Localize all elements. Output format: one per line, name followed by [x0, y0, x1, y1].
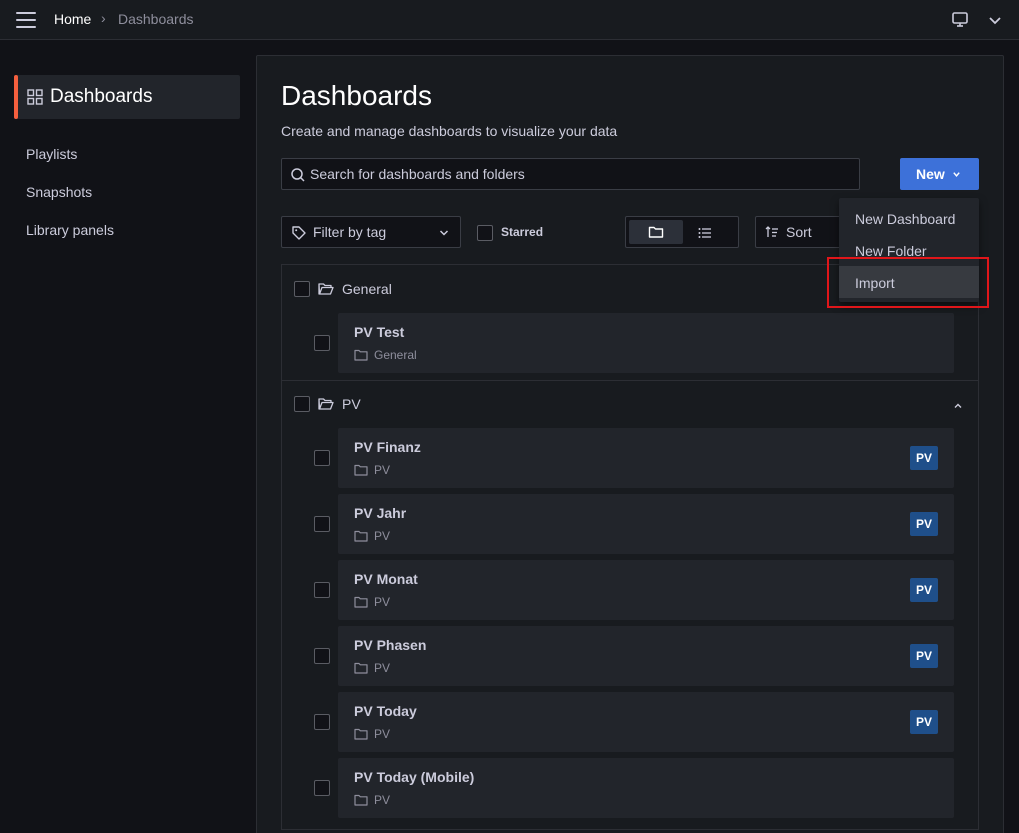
dashboard-tag[interactable]: PV	[910, 710, 938, 734]
folder-open-icon	[318, 398, 334, 410]
chevron-down-icon	[439, 230, 449, 236]
dashboard-card[interactable]: PV Finanz PV PV	[338, 428, 954, 488]
breadcrumb-current: Dashboards	[118, 11, 194, 27]
dashboard-title: PV Monat	[354, 571, 418, 587]
folder-icon	[354, 349, 368, 361]
list-view-icon[interactable]	[697, 225, 713, 241]
folder-icon	[354, 596, 368, 608]
sidebar-item-snapshots[interactable]: Snapshots	[26, 184, 92, 200]
folder-open-icon	[318, 283, 334, 295]
search-input[interactable]	[310, 159, 850, 189]
sidebar-active-label: Dashboards	[50, 86, 153, 107]
dashboard-title: PV Test	[354, 324, 405, 340]
dashboard-card[interactable]: PV Today (Mobile) PV	[338, 758, 954, 818]
dashboard-card[interactable]: PV Today PV PV	[338, 692, 954, 752]
highlight-annotation	[827, 257, 989, 308]
search-icon	[291, 168, 305, 182]
sort-label: Sort	[786, 224, 812, 240]
dashboard-folder: General	[374, 348, 417, 362]
dashboard-checkbox[interactable]	[314, 780, 330, 796]
chevron-down-icon[interactable]	[986, 11, 1004, 29]
dashboard-tag[interactable]: PV	[910, 512, 938, 536]
sidebar-item-playlists[interactable]: Playlists	[26, 146, 77, 162]
dashboard-checkbox[interactable]	[314, 335, 330, 351]
dashboard-card[interactable]: PV Phasen PV PV	[338, 626, 954, 686]
sidebar-item-library-panels[interactable]: Library panels	[26, 222, 114, 238]
folder-name[interactable]: PV	[342, 396, 361, 412]
folder-icon	[354, 530, 368, 542]
starred-checkbox[interactable]	[477, 225, 493, 241]
top-navbar: Home › Dashboards	[0, 0, 1019, 40]
dashboard-title: PV Phasen	[354, 637, 427, 653]
dashboard-title: PV Today (Mobile)	[354, 769, 475, 785]
dashboard-folder: PV	[374, 463, 391, 477]
dashboard-checkbox[interactable]	[314, 516, 330, 532]
filter-by-tag-select[interactable]: Filter by tag	[281, 216, 461, 248]
dashboard-folder: PV	[374, 661, 391, 675]
search-box[interactable]	[281, 158, 860, 190]
dashboard-title: PV Jahr	[354, 505, 407, 521]
page-subtitle: Create and manage dashboards to visualiz…	[281, 123, 618, 139]
dashboard-checkbox[interactable]	[314, 648, 330, 664]
page-title: Dashboards	[281, 80, 432, 111]
dashboard-tag[interactable]: PV	[910, 578, 938, 602]
menu-item-label: New Dashboard	[855, 211, 956, 227]
folder-icon	[354, 464, 368, 476]
menu-icon[interactable]	[16, 12, 36, 28]
dashboard-tag[interactable]: PV	[910, 446, 938, 470]
dashboard-folder: PV	[374, 727, 391, 741]
folder-checkbox[interactable]	[294, 396, 310, 412]
chevron-down-icon	[953, 172, 960, 177]
menu-item-new-dashboard[interactable]: New Dashboard	[839, 202, 979, 234]
apps-icon	[27, 89, 43, 105]
dashboard-card[interactable]: PV Test General	[338, 313, 954, 373]
tag-icon	[292, 226, 306, 240]
dashboard-folder: PV	[374, 793, 391, 807]
dashboard-checkbox[interactable]	[314, 582, 330, 598]
dashboard-checkbox[interactable]	[314, 450, 330, 466]
chevron-up-icon[interactable]	[953, 401, 963, 411]
sort-icon	[765, 226, 778, 237]
view-mode-toggle	[625, 216, 739, 248]
folder-icon	[354, 794, 368, 806]
folder-view-button[interactable]	[629, 220, 683, 244]
dashboard-folder: PV	[374, 529, 391, 543]
breadcrumb-home[interactable]: Home	[54, 11, 91, 27]
dashboard-title: PV Finanz	[354, 439, 421, 455]
folder-checkbox[interactable]	[294, 281, 310, 297]
dashboard-tag[interactable]: PV	[910, 644, 938, 668]
divider	[281, 380, 979, 381]
dashboard-checkbox[interactable]	[314, 714, 330, 730]
dashboard-folder: PV	[374, 595, 391, 609]
folder-name[interactable]: General	[342, 281, 392, 297]
folder-icon	[354, 728, 368, 740]
filter-by-tag-label: Filter by tag	[313, 224, 387, 240]
folder-icon	[354, 662, 368, 674]
dashboard-card[interactable]: PV Monat PV PV	[338, 560, 954, 620]
breadcrumb-separator: ›	[101, 10, 106, 26]
starred-label: Starred	[501, 225, 544, 239]
sidebar-item-dashboards[interactable]: Dashboards	[14, 75, 240, 119]
folder-icon	[648, 226, 664, 238]
dashboard-title: PV Today	[354, 703, 417, 719]
dashboard-card[interactable]: PV Jahr PV PV	[338, 494, 954, 554]
tv-mode-icon[interactable]	[951, 11, 969, 29]
new-button[interactable]: New	[900, 158, 979, 190]
new-button-label: New	[916, 166, 945, 182]
